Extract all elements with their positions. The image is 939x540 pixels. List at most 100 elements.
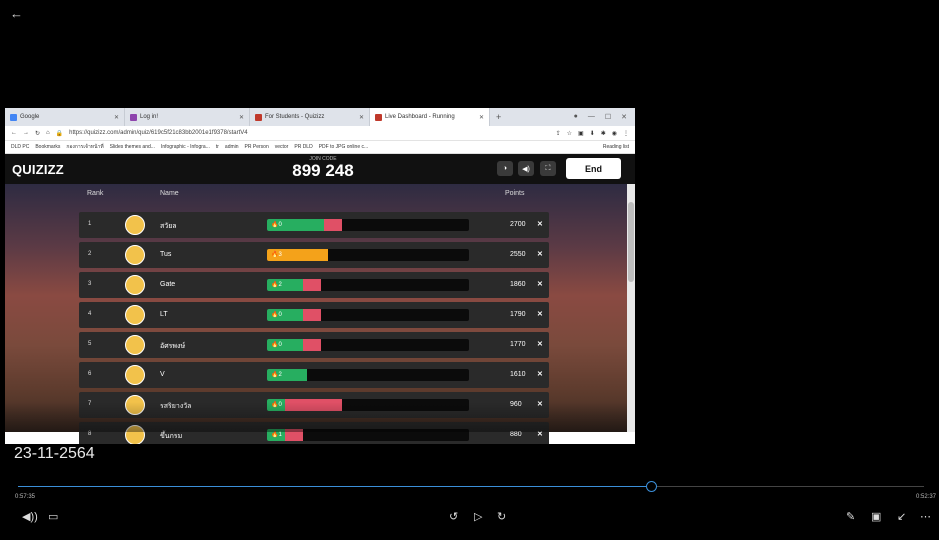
volume-icon[interactable]: ◀) bbox=[518, 161, 534, 176]
star-icon[interactable]: ☆ bbox=[567, 130, 572, 137]
end-button[interactable]: End bbox=[566, 158, 621, 179]
points: 2700 bbox=[510, 221, 526, 228]
wrong-fill bbox=[303, 279, 321, 291]
avatar bbox=[125, 245, 145, 265]
scrollbar[interactable] bbox=[627, 184, 635, 432]
puzzle-icon[interactable]: ✱ bbox=[601, 130, 606, 137]
player-name: V bbox=[160, 371, 165, 378]
scrollbar-thumb[interactable] bbox=[628, 202, 634, 282]
maximize-icon[interactable]: ☐ bbox=[605, 113, 611, 121]
accuracy-bar: 🔥0 bbox=[267, 339, 469, 351]
streak-count: 🔥0 bbox=[271, 222, 282, 228]
address-bar: ← → ↻ ⌂ 🔒 https://quizizz.com/admin/quiz… bbox=[5, 126, 635, 141]
back-arrow-icon[interactable]: ← bbox=[10, 6, 23, 21]
remove-player-icon[interactable]: ✕ bbox=[537, 310, 543, 318]
bookmark-item[interactable]: tr bbox=[216, 144, 219, 150]
close-icon[interactable]: ✕ bbox=[114, 114, 119, 121]
seek-bar[interactable] bbox=[18, 486, 924, 487]
tab-login[interactable]: Log in! ✕ bbox=[125, 108, 250, 126]
bookmark-item[interactable]: PDF to JPG online c... bbox=[319, 144, 368, 150]
bookmark-item[interactable]: PR DLD bbox=[294, 144, 312, 150]
back-icon[interactable]: ← bbox=[11, 130, 17, 136]
more-options-icon[interactable]: ⋯ bbox=[920, 510, 931, 523]
minimize-icon[interactable]: — bbox=[588, 113, 595, 121]
url-field[interactable]: https://quizizz.com/admin/quiz/619c5f21c… bbox=[69, 130, 549, 136]
reload-icon[interactable]: ↻ bbox=[35, 130, 40, 137]
close-window-icon[interactable]: ✕ bbox=[621, 113, 627, 121]
bookmark-item[interactable]: PR Person bbox=[245, 144, 269, 150]
bookmark-item[interactable]: Infographic - Infogra... bbox=[161, 144, 210, 150]
avatar bbox=[125, 365, 145, 385]
mini-player-icon[interactable]: ▣ bbox=[871, 510, 881, 523]
rank-header: Rank bbox=[87, 190, 104, 197]
tab-for-students[interactable]: For Students - Quizizz ✕ bbox=[250, 108, 370, 126]
captions-icon[interactable]: ▭ bbox=[48, 510, 58, 523]
lock-icon: 🔒 bbox=[55, 130, 64, 137]
player-name: LT bbox=[160, 311, 168, 318]
player-name: ขึ้นกรม bbox=[160, 433, 183, 440]
edit-pen-icon[interactable]: ✎ bbox=[846, 510, 855, 523]
extensions-icon[interactable]: ▣ bbox=[578, 130, 584, 137]
leaderboard-row: 1 สวัยล 🔥0 2700 ✕ bbox=[79, 212, 549, 238]
bookmark-item[interactable]: DLD PC bbox=[11, 144, 29, 150]
menu-icon[interactable]: ⋮ bbox=[623, 130, 629, 137]
fullscreen-icon[interactable]: ⛶ bbox=[540, 161, 556, 176]
tab-label: Google bbox=[20, 114, 40, 120]
window-controls: ● — ☐ ✕ bbox=[574, 113, 635, 121]
quizizz-icon bbox=[130, 113, 137, 121]
streak-count: 🔥2 bbox=[271, 282, 282, 288]
volume-icon[interactable]: ◀)) bbox=[22, 510, 38, 523]
avatar bbox=[125, 215, 145, 235]
remove-player-icon[interactable]: ✕ bbox=[537, 250, 543, 258]
home-icon[interactable]: ⌂ bbox=[46, 130, 50, 136]
wrong-fill bbox=[324, 219, 342, 231]
quizizz-header: QUIZIZZ JOIN CODE 899 248 ◑ ◀) ⛶ End bbox=[5, 154, 635, 184]
close-icon[interactable]: ✕ bbox=[479, 114, 484, 121]
points: 1770 bbox=[510, 341, 526, 348]
bookmark-item[interactable]: กองการเจ้าหน้าที่ bbox=[66, 143, 103, 151]
remove-player-icon[interactable]: ✕ bbox=[537, 370, 543, 378]
leaderboard-row: 3 Gate 🔥2 1860 ✕ bbox=[79, 272, 549, 298]
bookmark-item[interactable]: vector bbox=[275, 144, 289, 150]
remove-player-icon[interactable]: ✕ bbox=[537, 340, 543, 348]
tab-google[interactable]: Google ✕ bbox=[5, 108, 125, 126]
rank: 3 bbox=[88, 281, 92, 287]
close-icon[interactable]: ✕ bbox=[239, 114, 244, 121]
quizizz-icon bbox=[255, 113, 262, 121]
tab-live-dashboard[interactable]: Live Dashboard - Running ✕ bbox=[370, 108, 490, 126]
forward-icon[interactable]: → bbox=[23, 130, 29, 136]
accuracy-bar: 🔥3 bbox=[267, 249, 469, 261]
streak-count: 🔥0 bbox=[271, 312, 282, 318]
exit-fullscreen-icon[interactable]: ↙ bbox=[897, 510, 906, 523]
new-tab-icon[interactable]: + bbox=[490, 112, 507, 122]
rank: 2 bbox=[88, 251, 92, 257]
tab-label: Live Dashboard - Running bbox=[385, 114, 455, 120]
seek-bar-played bbox=[18, 486, 651, 487]
rewind-icon[interactable]: ↺ bbox=[449, 510, 458, 523]
player-name: Tus bbox=[160, 251, 172, 258]
seek-knob[interactable] bbox=[646, 481, 657, 492]
account-icon[interactable]: ● bbox=[574, 113, 578, 121]
theme-icon[interactable]: ◑ bbox=[497, 161, 513, 176]
bookmark-item[interactable]: Slides themes and... bbox=[110, 144, 155, 150]
points: 2550 bbox=[510, 251, 526, 258]
remove-player-icon[interactable]: ✕ bbox=[537, 220, 543, 228]
download-icon[interactable]: ⬇ bbox=[590, 130, 595, 137]
tab-label: Log in! bbox=[140, 114, 159, 120]
play-icon[interactable]: ▷ bbox=[474, 510, 482, 523]
bookmark-item[interactable]: admin bbox=[225, 144, 239, 150]
bookmark-item[interactable]: Bookmarks bbox=[35, 144, 60, 150]
remove-player-icon[interactable]: ✕ bbox=[537, 280, 543, 288]
points: 1610 bbox=[510, 371, 526, 378]
close-icon[interactable]: ✕ bbox=[359, 114, 364, 121]
points: 880 bbox=[510, 431, 522, 438]
wrong-fill bbox=[303, 339, 321, 351]
rank: 1 bbox=[88, 221, 92, 227]
leaderboard-row: 2 Tus 🔥3 2550 ✕ bbox=[79, 242, 549, 268]
reading-list[interactable]: Reading list bbox=[603, 144, 629, 150]
forward-icon[interactable]: ↻ bbox=[497, 510, 506, 523]
bottom-fade bbox=[5, 402, 627, 432]
quizizz-icon bbox=[375, 113, 382, 121]
share-icon[interactable]: ⇪ bbox=[556, 130, 561, 137]
profile-icon[interactable]: ◉ bbox=[612, 130, 617, 137]
